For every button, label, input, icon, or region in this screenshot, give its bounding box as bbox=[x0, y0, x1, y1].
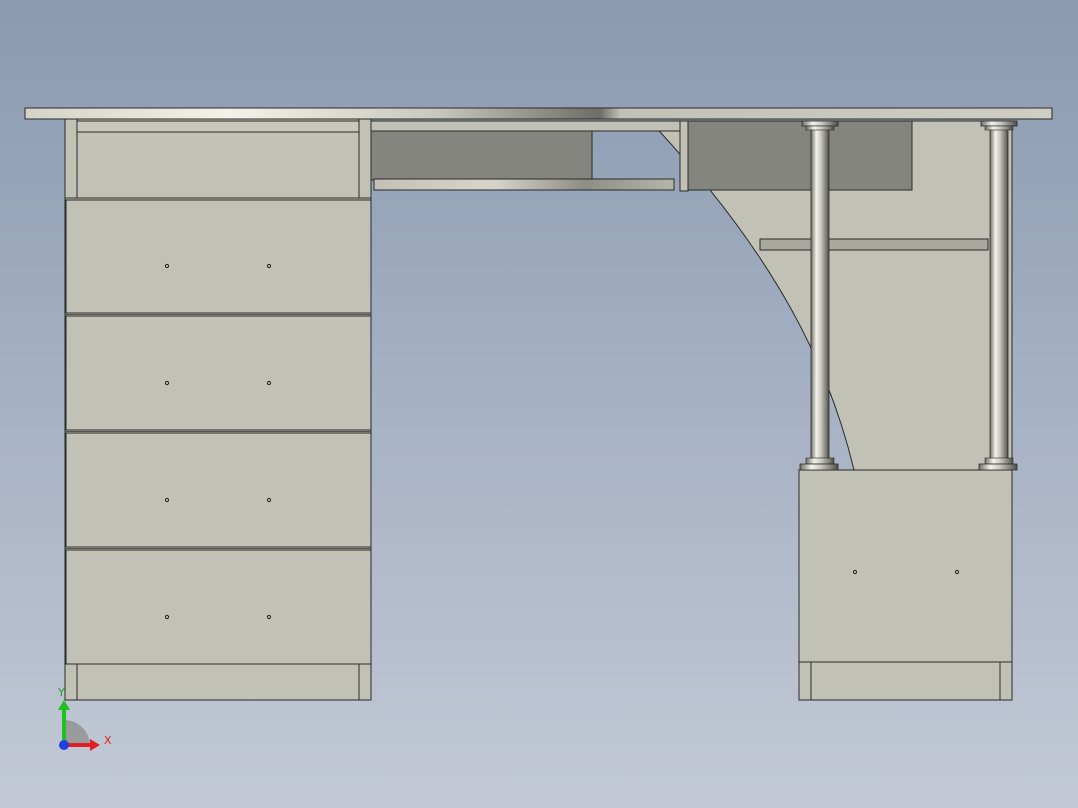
right-cabinet[interactable] bbox=[798, 469, 1013, 701]
drawer-1[interactable] bbox=[65, 199, 372, 314]
y-axis-head bbox=[58, 700, 70, 710]
drawer-3[interactable] bbox=[65, 432, 372, 548]
left-pedestal[interactable] bbox=[64, 118, 372, 701]
x-axis-head bbox=[90, 739, 100, 751]
desktop[interactable] bbox=[24, 107, 1053, 120]
y-axis-label: Y bbox=[57, 686, 65, 699]
drawer-2[interactable] bbox=[65, 315, 372, 431]
cabinet-body bbox=[798, 469, 1013, 701]
pedestal-top-rail bbox=[76, 120, 360, 133]
tray-frame-top bbox=[359, 120, 689, 132]
shelf[interactable] bbox=[759, 238, 989, 251]
tray-side-right bbox=[679, 120, 689, 192]
x-axis-label: X bbox=[104, 734, 112, 747]
back-panel-right bbox=[687, 120, 913, 191]
back-panel-middle bbox=[365, 130, 593, 181]
cad-viewport[interactable]: Y X bbox=[0, 0, 1078, 808]
drawer-4[interactable] bbox=[65, 549, 372, 665]
keyboard-tray[interactable] bbox=[373, 178, 675, 191]
orientation-triad[interactable]: Y X bbox=[50, 684, 120, 758]
desk-model[interactable] bbox=[0, 0, 1078, 808]
z-axis-dot bbox=[59, 740, 69, 750]
